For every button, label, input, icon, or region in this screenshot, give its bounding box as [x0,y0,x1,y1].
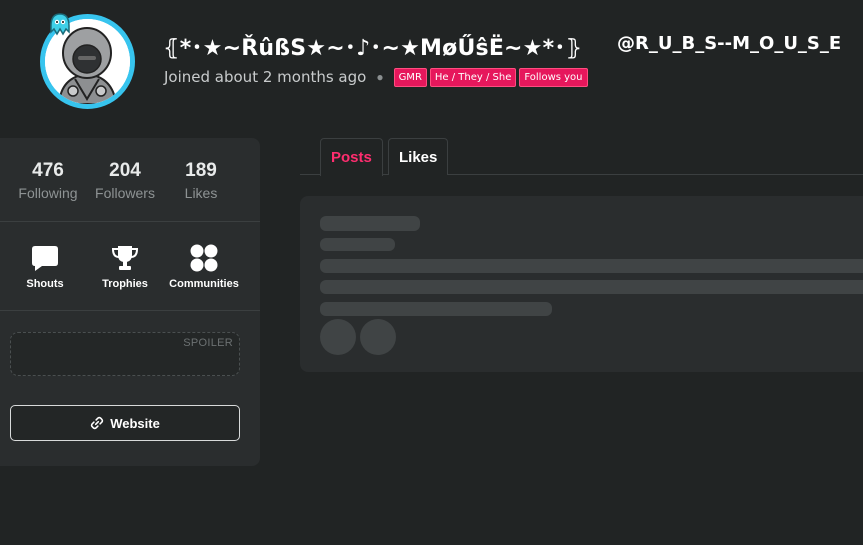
username: @R_U_B_S--M_O_U_S_E [617,33,842,54]
tag-pronouns: He / They / She [429,67,517,87]
profile-meta: Joined about 2 months ago ● GMR He / The… [164,67,591,87]
shortcuts-panel: Shouts Trophies Communities [0,223,260,311]
joined-date: Joined about 2 months ago [164,68,367,86]
profile-sidebar: 476 Following 204 Followers 189 Likes Sh… [0,138,260,466]
followers-label: Followers [95,185,155,201]
stat-likes[interactable]: 189 Likes [161,160,241,201]
spoiler-box[interactable]: SPOILER [10,332,240,376]
shouts-label: Shouts [26,278,64,290]
skeleton-line [320,259,863,273]
tag-gmr: GMR [393,67,427,87]
communities-icon [190,244,218,272]
separator-dot: ● [376,70,384,84]
skeleton-line [320,216,420,231]
following-label: Following [18,185,78,201]
tag-follows-you: Follows you [519,67,588,87]
spoiler-label: SPOILER [183,337,233,349]
skeleton-line [320,238,395,251]
website-label: Website [110,415,160,431]
stat-followers[interactable]: 204 Followers [85,160,165,201]
trophy-icon [111,246,139,270]
following-count: 476 [32,160,64,181]
avatar-container[interactable] [40,13,135,109]
speech-bubble-icon [32,246,58,271]
followers-count: 204 [109,160,141,181]
skeleton-circle [320,319,356,355]
content-tabs: Posts Likes [300,138,863,176]
communities-label: Communities [169,278,239,290]
tab-posts-label: Posts [331,149,372,166]
trophies-button[interactable]: Trophies [80,243,170,290]
octopus-badge-icon [50,13,70,36]
tab-posts[interactable]: Posts [320,138,383,176]
post-skeleton-card [300,196,863,372]
skeleton-line [320,280,863,294]
likes-label: Likes [184,185,218,201]
likes-count: 189 [185,160,217,181]
profile-header: ⦃*･★~ŘûßS★~･♪･~★MøŰŝË~★*･⦄ @R_U_B_S--M_O… [0,0,863,120]
stat-following[interactable]: 476 Following [8,160,88,201]
link-icon [90,416,104,430]
display-name: ⦃*･★~ŘûßS★~･♪･~★MøŰŝË~★*･⦄ [163,36,583,61]
stats-panel: 476 Following 204 Followers 189 Likes [0,138,260,222]
tab-likes[interactable]: Likes [388,138,449,175]
skeleton-line [320,302,552,316]
skeleton-circle [360,319,396,355]
tab-likes-label: Likes [399,148,438,166]
trophies-label: Trophies [102,278,148,290]
website-button[interactable]: Website [10,405,240,441]
shouts-button[interactable]: Shouts [0,243,90,290]
communities-button[interactable]: Communities [159,243,249,290]
